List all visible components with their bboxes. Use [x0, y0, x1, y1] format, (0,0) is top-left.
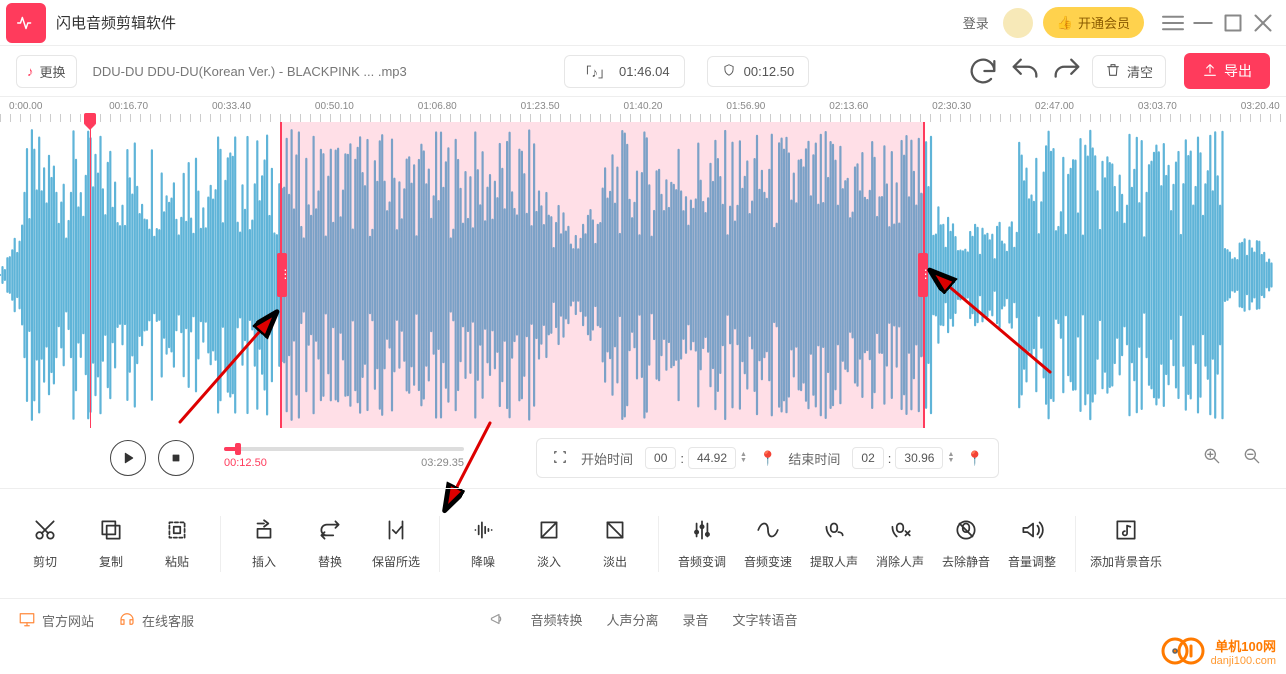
pin-icon[interactable]: 📍: [759, 450, 776, 467]
ruler-tick: 01:06.80: [418, 101, 457, 112]
link-tts[interactable]: 文字转语音: [733, 610, 798, 631]
zoom-in-button[interactable]: [1202, 446, 1222, 471]
tool-add-bgm[interactable]: 添加背景音乐: [1086, 517, 1166, 570]
ruler-tick: 02:13.60: [829, 101, 868, 112]
selection-handle-right[interactable]: [918, 253, 928, 297]
export-button[interactable]: 导出: [1184, 53, 1270, 89]
ruler-tick: 02:30.30: [932, 101, 971, 112]
tool-extract-voice[interactable]: 提取人声: [801, 517, 867, 570]
ruler-tick: 00:33.40: [212, 101, 251, 112]
clear-button[interactable]: 清空: [1092, 55, 1166, 88]
pin-icon[interactable]: 📍: [966, 450, 983, 467]
tool-insert[interactable]: 插入: [231, 517, 297, 570]
note-icon: 「♪」: [579, 62, 612, 81]
tool-remove-voice[interactable]: 消除人声: [867, 517, 933, 570]
selection-time-box: 开始时间 00 : 44.92 ▲▼ 📍 结束时间 02 : 30.96 ▲▼ …: [536, 438, 999, 478]
tool-denoise[interactable]: 降噪: [450, 517, 516, 570]
vip-label: 开通会员: [1078, 13, 1130, 32]
support-link[interactable]: 在线客服: [118, 610, 194, 631]
zoom-out-button[interactable]: [1242, 446, 1262, 471]
refresh-button[interactable]: [966, 54, 1000, 88]
redo-button[interactable]: [1050, 54, 1084, 88]
clear-label: 清空: [1127, 62, 1153, 81]
tool-fadein[interactable]: 淡入: [516, 517, 582, 570]
tool-volume[interactable]: 音量调整: [999, 517, 1065, 570]
tool-cut[interactable]: 剪切: [12, 517, 78, 570]
vip-button[interactable]: 👍 开通会员: [1043, 7, 1144, 38]
change-label: 更换: [40, 62, 66, 81]
thumbs-up-icon: 👍: [1057, 15, 1073, 31]
ruler-tick: 01:56.90: [726, 101, 765, 112]
end-min-input[interactable]: 02: [852, 447, 883, 469]
ruler-tick: 01:40.20: [624, 101, 663, 112]
tool-copy[interactable]: 复制: [78, 517, 144, 570]
ruler-tick: 03:20.40: [1241, 101, 1280, 112]
playhead-line: [90, 122, 91, 428]
ruler-tick: 02:47.00: [1035, 101, 1074, 112]
ruler-tick: 0:00.00: [9, 101, 42, 112]
start-sec-input[interactable]: 44.92: [688, 447, 736, 469]
tool-remove-silence[interactable]: 去除静音: [933, 517, 999, 570]
link-voice-separate[interactable]: 人声分离: [606, 610, 658, 631]
tool-speed[interactable]: 音频变速: [735, 517, 801, 570]
ruler-tick: 00:16.70: [109, 101, 148, 112]
tool-pitch[interactable]: 音频变调: [669, 517, 735, 570]
selection-region[interactable]: [280, 122, 924, 428]
app-title: 闪电音频剪辑软件: [56, 12, 176, 33]
monitor-icon: [18, 610, 36, 631]
progress-slider[interactable]: [224, 447, 464, 451]
app-logo: [6, 3, 46, 43]
maximize-button[interactable]: [1218, 8, 1248, 38]
ruler-tick: 03:03.70: [1138, 101, 1177, 112]
ruler-tick: 01:23.50: [521, 101, 560, 112]
file-name: DDU-DU DDU-DU(Korean Ver.) - BLACKPINK .…: [93, 64, 407, 79]
end-spinner[interactable]: ▲▼: [947, 452, 954, 464]
music-icon: ♪: [27, 64, 34, 79]
upload-icon: [1202, 62, 1218, 81]
link-record[interactable]: 录音: [683, 610, 709, 631]
current-time: 00:12.50: [224, 457, 267, 469]
play-button[interactable]: [110, 440, 146, 476]
change-file-button[interactable]: ♪ 更换: [16, 55, 77, 88]
selection-icon: [551, 448, 569, 469]
waveform-area[interactable]: [0, 122, 1286, 428]
link-audio-convert[interactable]: 音频转换: [530, 610, 582, 631]
watermark: 单机100网danji100.com: [1161, 634, 1276, 668]
export-label: 导出: [1224, 61, 1252, 81]
tool-fadeout[interactable]: 淡出: [582, 517, 648, 570]
total-time-chip: 「♪」 01:46.04: [564, 55, 685, 88]
trash-icon: [1105, 62, 1121, 81]
total-time-value: 01:46.04: [619, 64, 670, 79]
menu-button[interactable]: [1158, 8, 1188, 38]
start-min-input[interactable]: 00: [645, 447, 676, 469]
tool-replace[interactable]: 替换: [297, 517, 363, 570]
headset-icon: [118, 610, 136, 631]
shield-icon: [722, 63, 736, 80]
login-button[interactable]: 登录: [955, 9, 997, 36]
end-time-label: 结束时间: [788, 449, 840, 468]
selection-time-value: 00:12.50: [744, 64, 795, 79]
tool-paste[interactable]: 粘贴: [144, 517, 210, 570]
ruler-tick: 00:50.10: [315, 101, 354, 112]
selection-handle-left[interactable]: [277, 253, 287, 297]
stop-button[interactable]: [158, 440, 194, 476]
megaphone-icon: [488, 610, 506, 631]
selection-time-chip: 00:12.50: [707, 56, 810, 87]
start-spinner[interactable]: ▲▼: [740, 452, 747, 464]
avatar[interactable]: [1003, 8, 1033, 38]
progress-thumb[interactable]: [235, 443, 241, 455]
undo-button[interactable]: [1008, 54, 1042, 88]
tool-keep-selection[interactable]: 保留所选: [363, 517, 429, 570]
minimize-button[interactable]: [1188, 8, 1218, 38]
start-time-label: 开始时间: [581, 449, 633, 468]
total-time: 03:29.35: [421, 457, 464, 469]
official-site-link[interactable]: 官方网站: [18, 610, 94, 631]
timeline-ruler[interactable]: 0:00.00 00:16.70 00:33.40 00:50.10 01:06.80 0…: [0, 96, 1286, 122]
end-sec-input[interactable]: 30.96: [895, 447, 943, 469]
close-button[interactable]: [1248, 8, 1278, 38]
